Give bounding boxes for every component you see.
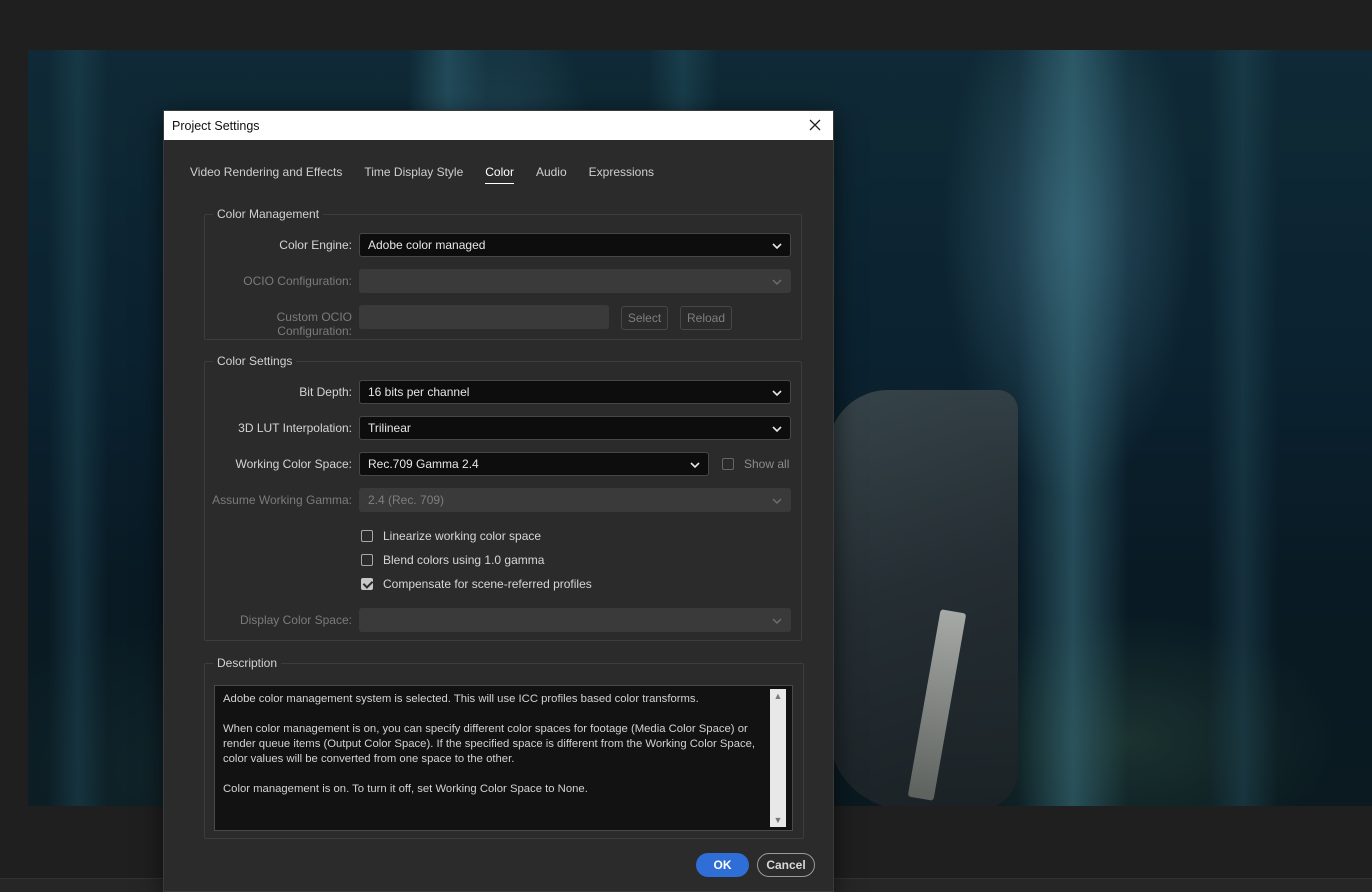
blend-colors-checkbox[interactable]: Blend colors using 1.0 gamma (361, 553, 544, 567)
scroll-down-icon[interactable]: ▼ (770, 813, 786, 827)
color-settings-legend: Color Settings (213, 354, 297, 368)
custom-ocio-field (359, 305, 609, 329)
description-scrollbar[interactable]: ▲ ▼ (770, 689, 786, 827)
linearize-checkbox[interactable]: Linearize working color space (361, 529, 541, 543)
chevron-down-icon (771, 423, 783, 435)
chevron-down-icon (771, 495, 783, 507)
blend-colors-label: Blend colors using 1.0 gamma (383, 553, 545, 567)
chevron-down-icon (689, 459, 701, 471)
tab-time-display-style[interactable]: Time Display Style (364, 165, 463, 184)
tree-trunk (48, 50, 108, 806)
chevron-down-icon (771, 387, 783, 399)
show-all-checkbox[interactable]: Show all (722, 457, 789, 471)
settings-tabs: Video Rendering and Effects Time Display… (190, 165, 676, 184)
linearize-label: Linearize working color space (383, 529, 542, 543)
close-icon (809, 119, 821, 131)
cancel-button[interactable]: Cancel (757, 853, 815, 877)
close-button[interactable] (803, 114, 827, 136)
color-engine-label: Color Engine: (279, 238, 352, 252)
working-color-space-label: Working Color Space: (235, 457, 353, 471)
linearize-box (361, 530, 373, 542)
project-settings-dialog: Project Settings Video Rendering and Eff… (163, 110, 834, 892)
working-color-space-dropdown[interactable]: Rec.709 Gamma 2.4 (359, 452, 709, 476)
color-engine-dropdown[interactable]: Adobe color managed (359, 233, 791, 257)
custom-ocio-label: Custom OCIO Configuration: (276, 310, 352, 338)
ok-button[interactable]: OK (696, 853, 749, 877)
working-color-space-value: Rec.709 Gamma 2.4 (368, 457, 479, 471)
tree-trunk (1018, 50, 1128, 806)
color-management-legend: Color Management (213, 207, 324, 221)
select-button: Select (621, 306, 668, 330)
chevron-down-icon (771, 240, 783, 252)
reload-button: Reload (680, 306, 732, 330)
display-color-space-dropdown (359, 608, 791, 632)
description-paragraph: When color management is on, you can spe… (223, 723, 756, 765)
lut-interpolation-dropdown[interactable]: Trilinear (359, 416, 791, 440)
assume-working-gamma-value: 2.4 (Rec. 709) (368, 493, 445, 507)
compensate-box (361, 578, 373, 590)
bit-depth-label: Bit Depth: (299, 385, 352, 399)
tab-video-rendering[interactable]: Video Rendering and Effects (190, 165, 342, 184)
assume-working-gamma-label: Assume Working Gamma: (212, 493, 352, 507)
lut-interpolation-value: Trilinear (368, 421, 411, 435)
description-legend: Description (213, 656, 282, 670)
bit-depth-dropdown[interactable]: 16 bits per channel (359, 380, 791, 404)
ocio-configuration-dropdown (359, 269, 791, 293)
assume-working-gamma-dropdown: 2.4 (Rec. 709) (359, 488, 791, 512)
display-color-space-label: Display Color Space: (239, 613, 352, 627)
scroll-up-icon[interactable]: ▲ (770, 689, 786, 703)
compensate-label: Compensate for scene-referred profiles (383, 577, 592, 591)
show-all-box (722, 458, 734, 470)
chevron-down-icon (771, 276, 783, 288)
chevron-down-icon (771, 615, 783, 627)
tab-audio[interactable]: Audio (536, 165, 567, 184)
ocio-configuration-label: OCIO Configuration: (243, 274, 352, 288)
dialog-title: Project Settings (172, 118, 260, 133)
bit-depth-value: 16 bits per channel (368, 385, 470, 399)
tab-color[interactable]: Color (485, 165, 514, 184)
tree-trunk (1208, 50, 1278, 806)
description-paragraph: Color management is on. To turn it off, … (223, 783, 588, 795)
show-all-label: Show all (744, 457, 790, 471)
tab-expressions[interactable]: Expressions (589, 165, 654, 184)
compensate-checkbox[interactable]: Compensate for scene-referred profiles (361, 577, 592, 591)
blend-colors-box (361, 554, 373, 566)
description-paragraph: Adobe color management system is selecte… (223, 693, 699, 705)
color-engine-value: Adobe color managed (368, 238, 486, 252)
dialog-titlebar: Project Settings (164, 111, 833, 140)
lut-interpolation-label: 3D LUT Interpolation: (238, 421, 352, 435)
description-text-area[interactable]: Adobe color management system is selecte… (214, 685, 793, 831)
